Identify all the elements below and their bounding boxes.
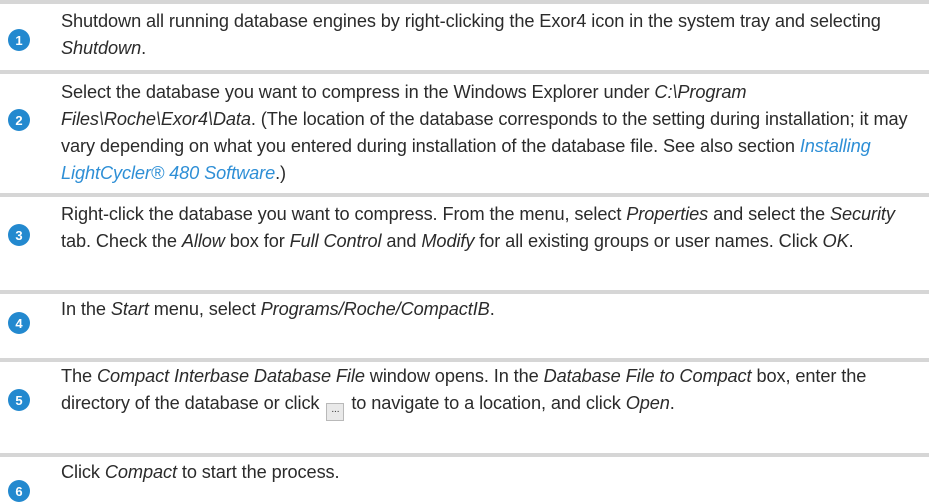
step-divider <box>0 70 929 74</box>
step-number-badge: 3 <box>8 224 30 246</box>
step-divider <box>0 290 929 294</box>
step-6-text: Click Compact to start the process. <box>61 462 340 482</box>
step-number-badge: 6 <box>8 480 30 502</box>
step-number-badge: 5 <box>8 389 30 411</box>
browse-button[interactable]: ... <box>326 403 345 421</box>
step-divider <box>0 453 929 457</box>
step-3-text: Right-click the database you want to com… <box>61 204 895 251</box>
step-1-text: Shutdown all running database engines by… <box>61 11 881 58</box>
step-divider <box>0 0 929 4</box>
step-number-badge: 4 <box>8 312 30 334</box>
step-divider <box>0 358 929 362</box>
step-number-badge: 1 <box>8 29 30 51</box>
step-divider <box>0 193 929 197</box>
step-4-text: In the Start menu, select Programs/Roche… <box>61 299 495 319</box>
procedure-steps: 1 Shutdown all running database engines … <box>0 0 929 502</box>
step-2-text: Select the database you want to compress… <box>61 82 908 183</box>
step-number-badge: 2 <box>8 109 30 131</box>
step-5-text: The Compact Interbase Database File wind… <box>61 363 927 421</box>
